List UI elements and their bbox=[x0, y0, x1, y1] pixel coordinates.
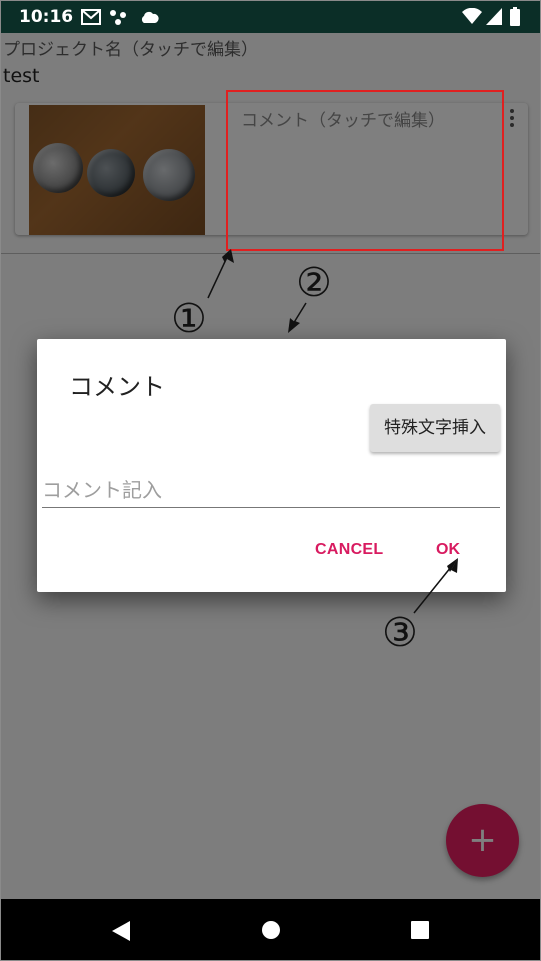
annotation-highlight-box bbox=[226, 90, 504, 251]
annotation-number-3: ③ bbox=[382, 610, 418, 656]
dots-icon bbox=[110, 10, 126, 25]
cancel-button[interactable]: CANCEL bbox=[315, 541, 383, 559]
comment-dialog: コメント 特殊文字挿入 CANCEL OK bbox=[37, 339, 506, 592]
home-icon[interactable] bbox=[261, 920, 281, 940]
gmail-icon bbox=[81, 9, 101, 25]
wifi-icon bbox=[462, 8, 482, 24]
dialog-title: コメント bbox=[69, 373, 165, 401]
signal-icon bbox=[486, 8, 502, 25]
cloud-icon bbox=[141, 11, 159, 23]
recents-icon[interactable] bbox=[410, 920, 430, 940]
annotation-number-2: ② bbox=[296, 260, 332, 306]
screen: 10:16 プロジェクト名（タッチで編集） test コメント（タッチで編集） … bbox=[0, 0, 541, 961]
ok-button[interactable]: OK bbox=[436, 541, 460, 559]
status-bar: 10:16 bbox=[1, 1, 540, 33]
battery-icon bbox=[510, 7, 520, 26]
back-icon[interactable] bbox=[111, 920, 131, 942]
navigation-bar bbox=[1, 899, 540, 960]
insert-special-char-button[interactable]: 特殊文字挿入 bbox=[370, 404, 500, 452]
annotation-number-1: ① bbox=[171, 296, 207, 342]
comment-input[interactable] bbox=[42, 473, 500, 508]
status-time: 10:16 bbox=[19, 7, 74, 27]
